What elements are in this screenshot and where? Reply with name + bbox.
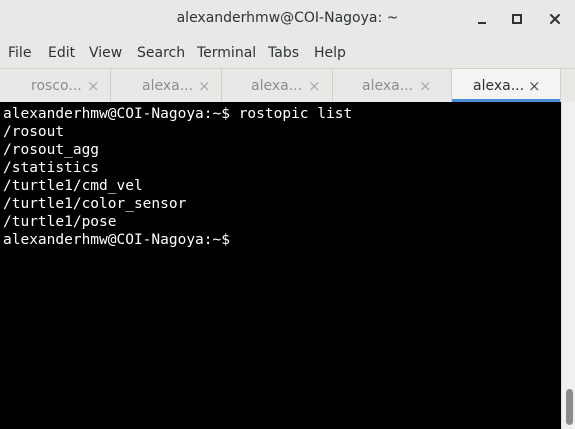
menu-terminal[interactable]: Terminal (197, 45, 256, 61)
tab-close-icon[interactable]: × (419, 77, 432, 95)
menu-help[interactable]: Help (314, 45, 346, 61)
menu-view[interactable]: View (89, 45, 122, 61)
terminal-prompt-line[interactable]: alexanderhmw@COI-Nagoya:~$ (3, 231, 239, 249)
menu-bar: File Edit View Search Terminal Tabs Help (0, 38, 575, 68)
tab-label: alexa... (142, 78, 194, 94)
terminal-line: /turtle1/pose (3, 214, 117, 230)
tab-close-icon[interactable]: × (198, 77, 211, 95)
terminal-scrollbar[interactable] (561, 102, 575, 429)
maximize-icon (512, 14, 522, 24)
scrollbar-thumb[interactable] (566, 389, 573, 425)
close-icon (550, 14, 560, 24)
tab-3[interactable]: alexa... × (222, 69, 333, 102)
tab-1[interactable]: rosco... × (0, 69, 111, 102)
menu-tabs[interactable]: Tabs (268, 45, 299, 61)
terminal-line: /rosout_agg (3, 142, 100, 158)
tab-bar: rosco... × alexa... × alexa... × alexa..… (0, 68, 575, 102)
minimize-button[interactable] (471, 8, 493, 30)
terminal-line: /turtle1/color_sensor (3, 196, 187, 212)
tab-4[interactable]: alexa... × (333, 69, 452, 102)
tab-label: rosco... (31, 78, 82, 94)
tab-5-active[interactable]: alexa... × (452, 69, 561, 102)
tab-label: alexa... (362, 78, 414, 94)
maximize-button[interactable] (506, 8, 528, 30)
terminal-line: /statistics (3, 160, 100, 176)
menu-edit[interactable]: Edit (48, 45, 75, 61)
tab-label: alexa... (251, 78, 303, 94)
terminal-line: /rosout (3, 124, 65, 140)
tab-close-icon[interactable]: × (308, 77, 321, 95)
terminal-window: alexanderhmw@COI-Nagoya: ~ File Edit Vie… (0, 0, 575, 429)
tab-close-icon[interactable]: × (87, 77, 100, 95)
menu-search[interactable]: Search (137, 45, 185, 61)
menu-file[interactable]: File (8, 45, 31, 61)
title-bar[interactable]: alexanderhmw@COI-Nagoya: ~ (0, 0, 575, 38)
terminal-line: /turtle1/cmd_vel (3, 178, 143, 194)
close-button[interactable] (544, 8, 566, 30)
terminal-output[interactable]: alexanderhmw@COI-Nagoya:~$ rostopic list… (0, 102, 561, 429)
tab-close-icon[interactable]: × (528, 77, 541, 95)
tab-label: alexa... (473, 78, 525, 94)
minimize-icon (478, 22, 486, 24)
terminal-line: alexanderhmw@COI-Nagoya:~$ rostopic list (3, 106, 353, 122)
tab-2[interactable]: alexa... × (111, 69, 222, 102)
